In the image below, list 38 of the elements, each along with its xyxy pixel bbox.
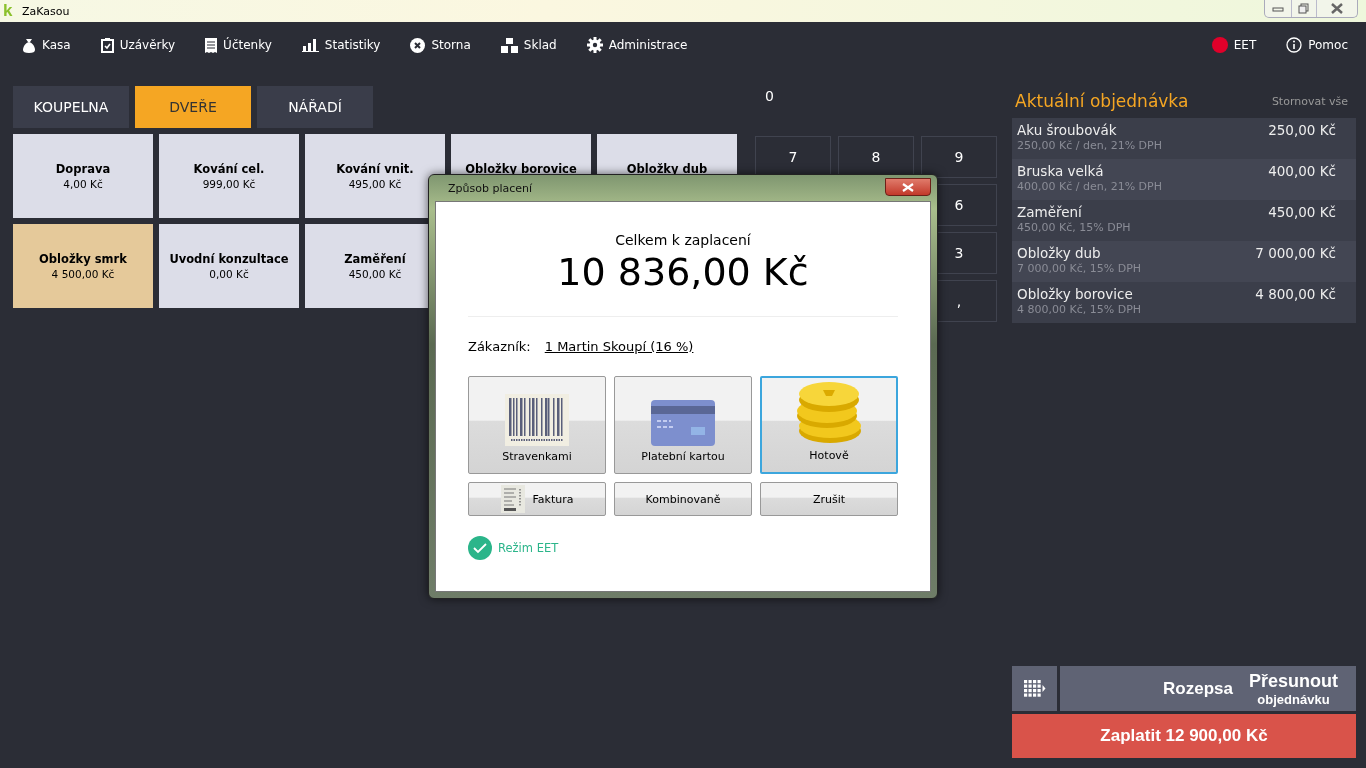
item-price: 250,00 Kč — [1268, 122, 1336, 138]
item-price: 400,00 Kč — [1268, 163, 1336, 179]
window-title: ZaKasou — [22, 4, 70, 18]
product-price: 450,00 Kč — [348, 268, 402, 281]
item-detail: 4 800,00 Kč, 15% DPH — [1017, 303, 1143, 316]
product-name: Obložky smrk — [39, 252, 127, 266]
app-logo: k — [3, 1, 14, 21]
item-name: Aku šroubovák — [1017, 122, 1117, 138]
numpad-display: 0 — [764, 87, 775, 106]
total-label: Celkem k zaplacení — [614, 232, 752, 248]
product-price: 0,00 Kč — [209, 268, 249, 281]
item-price: 7 000,00 Kč — [1255, 245, 1336, 261]
product-price: 4 500,00 Kč — [51, 268, 115, 281]
product-name: Obložky dub — [626, 162, 708, 176]
item-price: 4 800,00 Kč — [1255, 286, 1336, 302]
item-detail: 7 000,00 Kč, 15% DPH — [1017, 262, 1143, 275]
product-name: Zaměření — [344, 252, 406, 266]
item-detail: 400,00 Kč / den, 21% DPH — [1017, 180, 1163, 193]
item-name: Obložky dub — [1017, 245, 1101, 261]
item-detail: 450,00 Kč, 15% DPH — [1017, 221, 1132, 234]
customer-label: Zákazník: — [468, 339, 531, 354]
product-name: Uvodní konzultace — [169, 252, 289, 266]
order-title: Aktuální objednávka — [1015, 91, 1189, 111]
product-name: Obložky borovice — [465, 162, 577, 176]
item-detail: 250,00 Kč / den, 21% DPH — [1017, 139, 1163, 152]
item-name: Obložky borovice — [1017, 286, 1133, 302]
item-name: Bruska velká — [1017, 163, 1104, 179]
product-price: 999,00 Kč — [202, 178, 256, 191]
product-name: Doprava — [55, 162, 111, 176]
item-price: 450,00 Kč — [1268, 204, 1336, 220]
eet-mode-indicator: Režim EET — [468, 536, 559, 560]
product-name: Kování cel. — [193, 162, 265, 176]
dialog-title: Způsob placení — [448, 181, 533, 195]
product-name: Kování vnit. — [336, 162, 414, 176]
item-name: Zaměření — [1017, 204, 1082, 220]
product-price: 4,00 Kč — [63, 178, 103, 191]
total-amount: 10 836,00 Kč — [556, 250, 810, 294]
product-price: 495,00 Kč — [348, 178, 402, 191]
